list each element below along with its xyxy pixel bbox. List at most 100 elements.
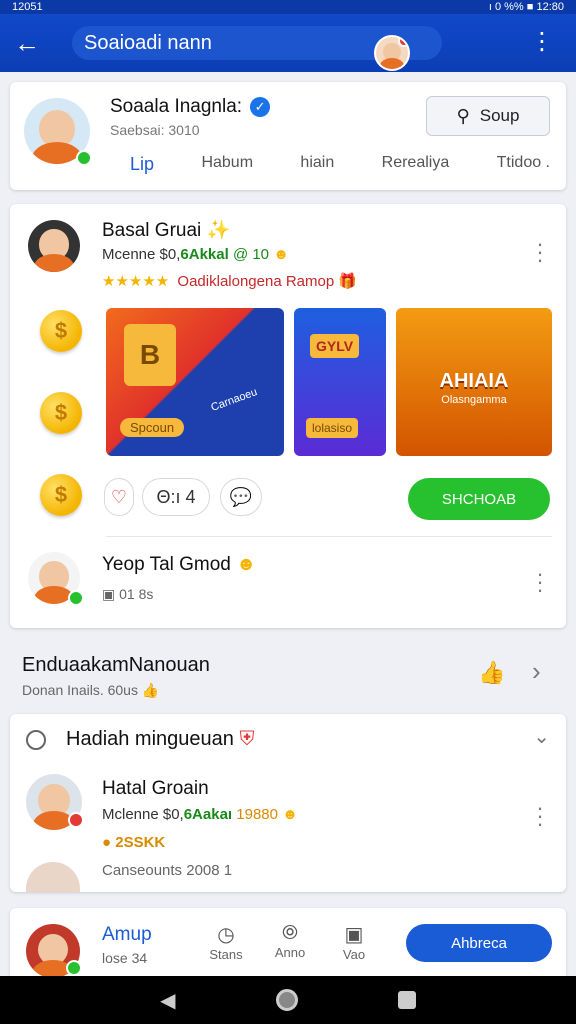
bottom-meta: lose 34 xyxy=(102,950,148,966)
cta-button[interactable]: Ahbreca xyxy=(406,924,552,962)
gift-icon: 🎁 xyxy=(338,273,358,290)
tab-ttidoo[interactable]: Ttidoo . xyxy=(497,154,550,175)
tile3-sub: Olasngamma xyxy=(441,394,507,406)
tab-rerealiya[interactable]: Rerealiya xyxy=(382,154,450,175)
weekly-item-meta: Mclenne $0,6Aakaı 19880 ☻ xyxy=(102,806,298,823)
divider xyxy=(106,536,552,537)
shopping-bag-icon: B xyxy=(124,324,176,386)
action-button-label: SHCHOAB xyxy=(441,490,517,508)
weekly-coins-row: ● 2SSKK xyxy=(102,834,165,851)
weekly-item-name[interactable]: Hatal Groain xyxy=(102,778,209,800)
comment-name[interactable]: Yeop Tal Gmod xyxy=(102,554,231,575)
coin-icon: $ xyxy=(40,310,82,352)
chevron-right-icon[interactable]: › xyxy=(532,656,541,687)
overflow-menu-icon[interactable]: ⋮ xyxy=(530,30,554,54)
count-pill-label: Θ:ı 4 xyxy=(156,486,196,507)
rating-row: ★★★★★ Oadiklalongena Ramop 🎁 xyxy=(102,272,357,290)
profile-name: Soaala Inagnla: xyxy=(110,96,243,117)
tile1-label: Carnaoeu xyxy=(209,386,259,414)
search-text: Soaioadi nann xyxy=(84,31,212,54)
smile-icon: ☻ xyxy=(282,806,298,823)
image-icon: ▣ xyxy=(344,924,364,946)
weekly-item-meta-suffix: 19880 xyxy=(236,806,278,823)
bottom-user-bar: Amup lose 34 ◷ Stans ⦾ Anno ▣ Vao Ahbrec… xyxy=(10,908,566,976)
rating-stars: ★★★★★ xyxy=(102,273,170,290)
compass-icon: ⦾ xyxy=(282,922,298,944)
weekly-title-row: Hadiah mingueuan ⛨ xyxy=(66,728,254,751)
bag-icon: ▣ xyxy=(102,586,116,602)
post-author-row: Basal Gruai ✨ xyxy=(102,218,230,242)
section-subtitle: Donan Inails. 60us xyxy=(22,682,138,698)
post-author-avatar[interactable] xyxy=(28,220,80,272)
like-icon[interactable]: ♡ xyxy=(104,478,134,516)
comment-icon[interactable]: 💬 xyxy=(220,478,262,516)
thumbs-up-icon[interactable]: 👍 xyxy=(478,660,505,686)
tab-hiain[interactable]: hiain xyxy=(300,154,334,175)
smile-icon: ☻ xyxy=(273,246,289,263)
coin-icon: $ xyxy=(40,474,82,516)
tab-stans-label: Stans xyxy=(209,947,243,962)
action-button[interactable]: SHCHOAB xyxy=(408,478,550,520)
account-avatar[interactable] xyxy=(374,35,410,71)
bottom-name[interactable]: Amup xyxy=(102,924,152,946)
back-arrow-icon[interactable]: ← xyxy=(14,28,50,59)
nav-recents-icon[interactable] xyxy=(397,991,416,1009)
soup-button-label: Soup xyxy=(479,106,520,125)
tab-anno[interactable]: ⦾ Anno xyxy=(270,922,310,960)
comment-meta: 01 8s xyxy=(119,586,154,602)
cta-button-label: Ahbreca xyxy=(451,934,507,952)
tile1-badge: Spcoun xyxy=(120,418,185,437)
tab-anno-label: Anno xyxy=(274,945,306,960)
status-right: ı 0 %% ■ 12:80 xyxy=(488,1,564,13)
rating-text: Oadiklalongena Ramop xyxy=(177,273,335,290)
tile2-label: lolasiso xyxy=(306,418,359,438)
comment-more-icon[interactable]: · · · xyxy=(536,563,544,601)
status-bar: 12051 ı 0 %% ■ 12:80 xyxy=(0,0,576,14)
rewards-icon xyxy=(26,730,46,750)
timer-icon: ◷ xyxy=(217,924,235,946)
post-author-name[interactable]: Basal Gruai xyxy=(102,220,201,241)
weekly-footer: Canseounts 2008 1 xyxy=(102,862,233,879)
app-bar: ← Soaioadi nann ⋮ xyxy=(0,14,576,72)
tab-lip[interactable]: Lip xyxy=(130,154,154,175)
profile-name-row: Soaala Inagnla: ✓ xyxy=(110,96,271,118)
thumbs-up-small-icon: 👍 xyxy=(141,682,160,698)
count-pill[interactable]: Θ:ı 4 xyxy=(142,478,210,516)
online-badge-icon xyxy=(66,960,82,976)
coin-icon: $ xyxy=(40,392,82,434)
search-icon: ⚲ xyxy=(456,105,470,126)
post-meta-prefix: Mcenne $0, xyxy=(102,246,181,263)
promo-tile-3[interactable]: AHIAIA Olasngamma xyxy=(396,308,552,456)
tile2-top: GYLV xyxy=(310,334,360,358)
check-badge-icon: ✓ xyxy=(250,97,271,117)
section-subtitle-row: Donan Inails. 60us 👍 xyxy=(22,682,159,699)
weekly-rewards-card: Hadiah mingueuan ⛨ ⌄ Hatal Groain Mclenn… xyxy=(10,714,566,892)
promo-tile-1[interactable]: B Carnaoeu Spcoun xyxy=(106,308,284,456)
weekly-item-meta-prefix: Mclenne $0, xyxy=(102,806,184,823)
comment-name-row: Yeop Tal Gmod ☻ xyxy=(102,554,256,576)
nav-home-icon[interactable] xyxy=(275,989,298,1011)
nav-back-icon[interactable]: ◀ xyxy=(160,988,175,1013)
chevron-down-icon[interactable]: ⌄ xyxy=(533,724,550,749)
tab-stans[interactable]: ◷ Stans xyxy=(206,922,246,962)
post-meta-suffix: @ 10 xyxy=(232,246,270,263)
weekly-more-icon[interactable]: · · · xyxy=(536,797,544,835)
status-left: 12051 xyxy=(12,1,43,13)
promo-tile-2[interactable]: GYLV lolasiso xyxy=(294,308,386,456)
system-nav-bar: ◀ xyxy=(0,976,576,1024)
section-title: EnduaakamNanouan xyxy=(22,654,210,676)
verified-badge-icon xyxy=(76,150,92,166)
profile-subtitle: Saebsai: 3010 xyxy=(110,122,200,138)
alert-badge-icon xyxy=(68,812,84,828)
tab-vao[interactable]: ▣ Vao xyxy=(334,922,374,962)
tab-habum[interactable]: Habum xyxy=(201,154,253,175)
post-meta-amount: 6Akkal xyxy=(180,246,229,263)
tile3-title: AHIAIA xyxy=(439,370,509,392)
weekly-coins: 2SSKK xyxy=(115,834,166,851)
tab-vao-label: Vao xyxy=(342,947,366,962)
post-more-icon[interactable]: · · · xyxy=(536,233,544,271)
post-card: Basal Gruai ✨ Mcenne $0,6Akkal @ 10 ☻ ★★… xyxy=(10,204,566,628)
soup-button[interactable]: ⚲ Soup xyxy=(426,96,550,136)
coin-small-icon: ● xyxy=(102,834,112,851)
online-badge-icon xyxy=(68,590,84,606)
